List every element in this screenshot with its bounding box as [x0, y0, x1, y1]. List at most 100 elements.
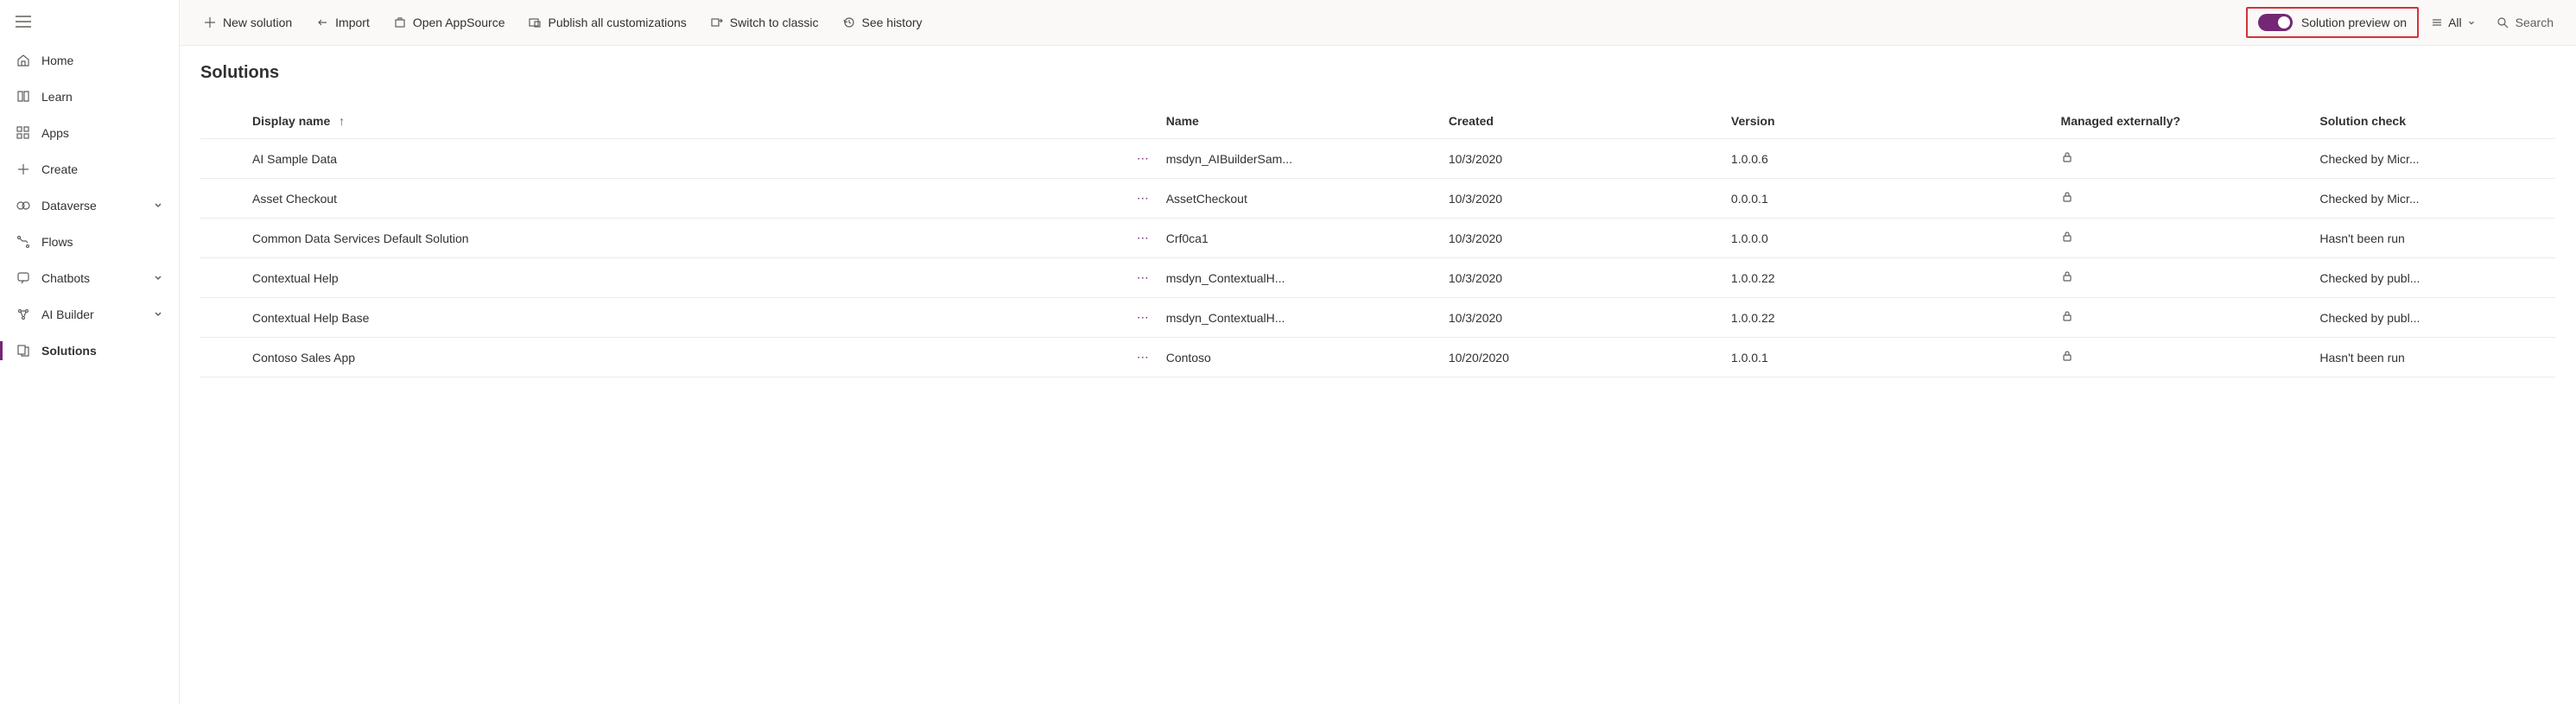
chevron-down-icon	[2467, 16, 2476, 29]
cell-version: 1.0.0.22	[1731, 258, 2061, 298]
cell-name: Crf0ca1	[1166, 219, 1449, 258]
sidebar-item-learn[interactable]: Learn	[0, 79, 179, 115]
cell-created: 10/3/2020	[1449, 298, 1731, 338]
new-solution-button[interactable]: New solution	[194, 9, 302, 36]
search-placeholder: Search	[2516, 16, 2554, 29]
sort-ascending-icon: ↑	[339, 114, 345, 128]
search-icon	[2497, 16, 2509, 29]
column-display-name[interactable]: Display name ↑	[200, 104, 860, 139]
solutions-icon	[16, 343, 31, 358]
column-created[interactable]: Created	[1449, 104, 1731, 139]
cell-managed	[2061, 219, 2320, 258]
sidebar-item-chatbots[interactable]: Chatbots	[0, 260, 179, 296]
sidebar-item-home[interactable]: Home	[0, 42, 179, 79]
row-more-menu[interactable]: ⋯	[860, 139, 1165, 179]
cell-version: 1.0.0.6	[1731, 139, 2061, 179]
plus-icon	[204, 16, 216, 29]
table-row[interactable]: Common Data Services Default Solution⋯Cr…	[200, 219, 2555, 258]
table-row[interactable]: Contextual Help⋯msdyn_ContextualH...10/3…	[200, 258, 2555, 298]
flow-icon	[16, 234, 31, 250]
cell-version: 1.0.0.0	[1731, 219, 2061, 258]
row-more-menu[interactable]: ⋯	[860, 258, 1165, 298]
cell-display-name: Contextual Help Base	[200, 298, 860, 338]
history-icon	[842, 16, 854, 29]
preview-label: Solution preview on	[2301, 16, 2407, 29]
sidebar-item-flows[interactable]: Flows	[0, 224, 179, 260]
row-more-menu[interactable]: ⋯	[860, 298, 1165, 338]
appsource-icon	[394, 16, 406, 29]
cell-version: 0.0.0.1	[1731, 179, 2061, 219]
chevron-down-icon	[153, 271, 163, 285]
sidebar-item-label: Apps	[41, 126, 163, 140]
cell-name: msdyn_ContextualH...	[1166, 258, 1449, 298]
row-more-menu[interactable]: ⋯	[860, 338, 1165, 377]
lock-icon	[2061, 231, 2073, 245]
switch-classic-button[interactable]: Switch to classic	[701, 9, 829, 36]
publish-button[interactable]: Publish all customizations	[518, 9, 696, 36]
filter-icon	[2431, 16, 2443, 29]
column-name[interactable]: Name	[1166, 104, 1449, 139]
hamburger-icon[interactable]	[16, 16, 31, 30]
switch-icon	[711, 16, 723, 29]
sidebar-item-label: Chatbots	[41, 271, 153, 285]
row-more-menu[interactable]: ⋯	[860, 219, 1165, 258]
cell-solution-check: Checked by Micr...	[2319, 139, 2555, 179]
chat-icon	[16, 270, 31, 286]
table-row[interactable]: AI Sample Data⋯msdyn_AIBuilderSam...10/3…	[200, 139, 2555, 179]
page-title: Solutions	[200, 63, 2555, 83]
dataverse-icon	[16, 198, 31, 213]
sidebar-item-solutions[interactable]: Solutions	[0, 333, 179, 369]
cell-managed	[2061, 179, 2320, 219]
sidebar: Home Learn Apps Create Dataverse Flows C…	[0, 0, 180, 704]
column-version[interactable]: Version	[1731, 104, 2061, 139]
solution-preview-toggle-group: Solution preview on	[2246, 7, 2419, 38]
button-label: Import	[335, 16, 370, 29]
cell-display-name: Contoso Sales App	[200, 338, 860, 377]
cell-display-name: Contextual Help	[200, 258, 860, 298]
see-history-button[interactable]: See history	[832, 9, 932, 36]
ai-icon	[16, 307, 31, 322]
table-row[interactable]: Asset Checkout⋯AssetCheckout10/3/20200.0…	[200, 179, 2555, 219]
publish-icon	[529, 16, 541, 29]
cell-version: 1.0.0.1	[1731, 338, 2061, 377]
sidebar-item-label: Learn	[41, 90, 163, 104]
table-row[interactable]: Contoso Sales App⋯Contoso10/20/20201.0.0…	[200, 338, 2555, 377]
sidebar-item-label: Flows	[41, 235, 163, 249]
row-more-menu[interactable]: ⋯	[860, 179, 1165, 219]
sidebar-item-label: Solutions	[41, 344, 163, 358]
table-row[interactable]: Contextual Help Base⋯msdyn_ContextualH..…	[200, 298, 2555, 338]
main: New solution Import Open AppSource Publi…	[180, 0, 2576, 704]
cell-display-name: AI Sample Data	[200, 139, 860, 179]
filter-label: All	[2448, 16, 2462, 29]
sidebar-item-ai-builder[interactable]: AI Builder	[0, 296, 179, 333]
button-label: Publish all customizations	[548, 16, 686, 29]
open-appsource-button[interactable]: Open AppSource	[384, 9, 516, 36]
lock-icon	[2061, 351, 2073, 365]
column-managed[interactable]: Managed externally?	[2061, 104, 2320, 139]
cell-name: AssetCheckout	[1166, 179, 1449, 219]
sidebar-item-dataverse[interactable]: Dataverse	[0, 187, 179, 224]
import-button[interactable]: Import	[306, 9, 380, 36]
button-label: Switch to classic	[730, 16, 819, 29]
filter-all-button[interactable]: All	[2422, 9, 2484, 36]
cell-created: 10/3/2020	[1449, 258, 1731, 298]
book-icon	[16, 89, 31, 105]
sidebar-item-apps[interactable]: Apps	[0, 115, 179, 151]
plus-icon	[16, 162, 31, 177]
chevron-down-icon	[153, 199, 163, 212]
preview-toggle[interactable]	[2258, 14, 2293, 31]
toolbar: New solution Import Open AppSource Publi…	[180, 0, 2576, 46]
lock-icon	[2061, 271, 2073, 285]
cell-display-name: Asset Checkout	[200, 179, 860, 219]
button-label: See history	[861, 16, 922, 29]
chevron-down-icon	[153, 308, 163, 321]
lock-icon	[2061, 152, 2073, 166]
sidebar-item-label: AI Builder	[41, 308, 153, 321]
cell-display-name: Common Data Services Default Solution	[200, 219, 860, 258]
cell-name: msdyn_AIBuilderSam...	[1166, 139, 1449, 179]
search-input[interactable]: Search	[2488, 9, 2562, 36]
sidebar-item-create[interactable]: Create	[0, 151, 179, 187]
lock-icon	[2061, 192, 2073, 206]
sidebar-item-label: Home	[41, 54, 163, 67]
column-solution-check[interactable]: Solution check	[2319, 104, 2555, 139]
